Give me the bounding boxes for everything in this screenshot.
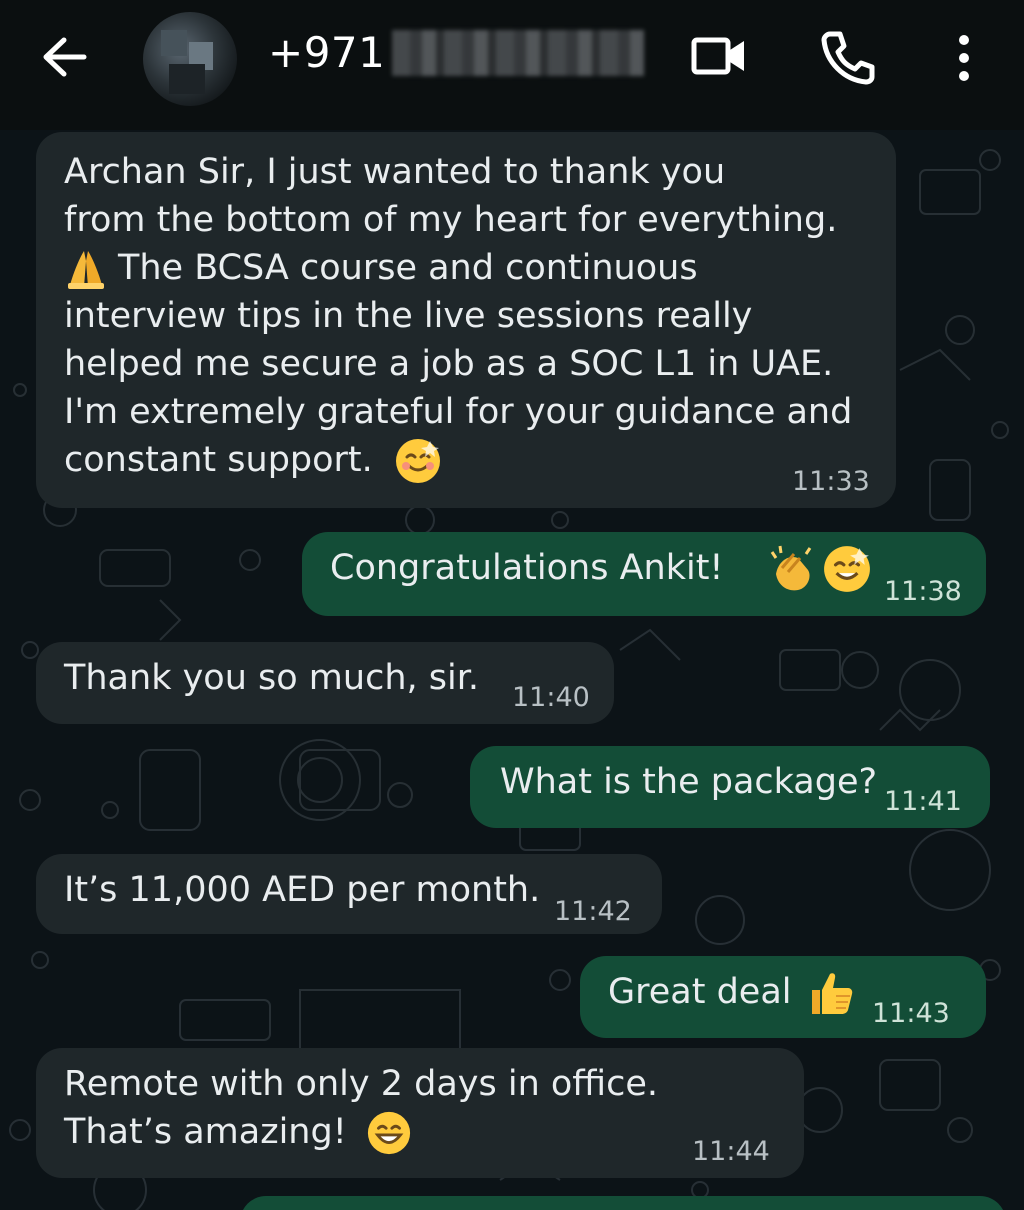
message-outgoing-3[interactable]: Great deal 11:43	[580, 956, 986, 1038]
message-incoming-4[interactable]: Remote with only 2 days in office. That’…	[36, 1048, 804, 1178]
thumbs-up-emoji-icon	[812, 973, 853, 1014]
message-timestamp: 11:43	[872, 998, 950, 1029]
grinning-face-emoji-icon	[367, 1111, 410, 1155]
message-line: helped me secure a job as a SOC L1 in UA…	[64, 344, 834, 384]
message-timestamp: 11:38	[884, 576, 962, 607]
message-text: What is the package?	[500, 762, 878, 802]
message-timestamp: 11:41	[884, 786, 962, 817]
message-outgoing-2[interactable]: What is the package? 11:41	[470, 746, 990, 828]
back-arrow-icon[interactable]	[40, 34, 90, 80]
message-line: I'm extremely grateful for your guidance…	[64, 392, 853, 432]
message-text: It’s 11,000 AED per month.	[64, 870, 541, 910]
message-line: The BCSA course and continuous	[118, 248, 698, 288]
message-outgoing-1[interactable]: Congratulations Ankit! 11:38	[302, 532, 986, 616]
message-text: Congratulations Ankit!	[330, 548, 724, 588]
more-options-icon[interactable]	[946, 28, 982, 88]
message-timestamp: 11:40	[512, 682, 590, 713]
redacted-phone-number	[392, 30, 644, 76]
message-line: Archan Sir, I just wanted to thank you	[64, 152, 726, 192]
message-timestamp: 11:33	[792, 466, 870, 497]
chat-area[interactable]: Archan Sir, I just wanted to thank you f…	[0, 130, 1024, 1210]
message-line: Remote with only 2 days in office.	[64, 1064, 659, 1104]
contact-phone-prefix[interactable]: +971	[268, 28, 385, 77]
message-line: constant support.	[64, 440, 373, 480]
message-line: from the bottom of my heart for everythi…	[64, 200, 838, 240]
message-line: interview tips in the live sessions real…	[64, 296, 753, 336]
folded-hands-emoji-icon	[68, 251, 104, 289]
message-line-with-emoji: The BCSA course and continuous	[64, 244, 894, 292]
message-timestamp: 11:44	[692, 1136, 770, 1167]
avatar[interactable]	[143, 12, 237, 106]
message-incoming-1[interactable]: Archan Sir, I just wanted to thank you f…	[36, 132, 896, 508]
video-call-icon[interactable]	[690, 28, 748, 84]
clapping-hands-emoji-icon	[770, 545, 812, 591]
chat-header: +971	[0, 0, 1024, 130]
smiling-face-emoji-icon	[395, 439, 440, 483]
message-timestamp: 11:42	[554, 896, 632, 927]
smiling-face-emoji-icon	[824, 546, 870, 592]
message-incoming-3[interactable]: It’s 11,000 AED per month. 11:42	[36, 854, 662, 934]
message-line-with-emoji: That’s amazing!	[64, 1108, 658, 1156]
message-line-with-emoji: constant support.	[64, 436, 894, 485]
message-text: Great deal	[608, 972, 792, 1012]
voice-call-icon[interactable]	[818, 28, 878, 88]
message-line: That’s amazing!	[64, 1112, 347, 1152]
message-incoming-2[interactable]: Thank you so much, sir. 11:40	[36, 642, 614, 724]
message-text: Thank you so much, sir.	[64, 658, 480, 698]
message-outgoing-partial[interactable]	[240, 1196, 1006, 1210]
